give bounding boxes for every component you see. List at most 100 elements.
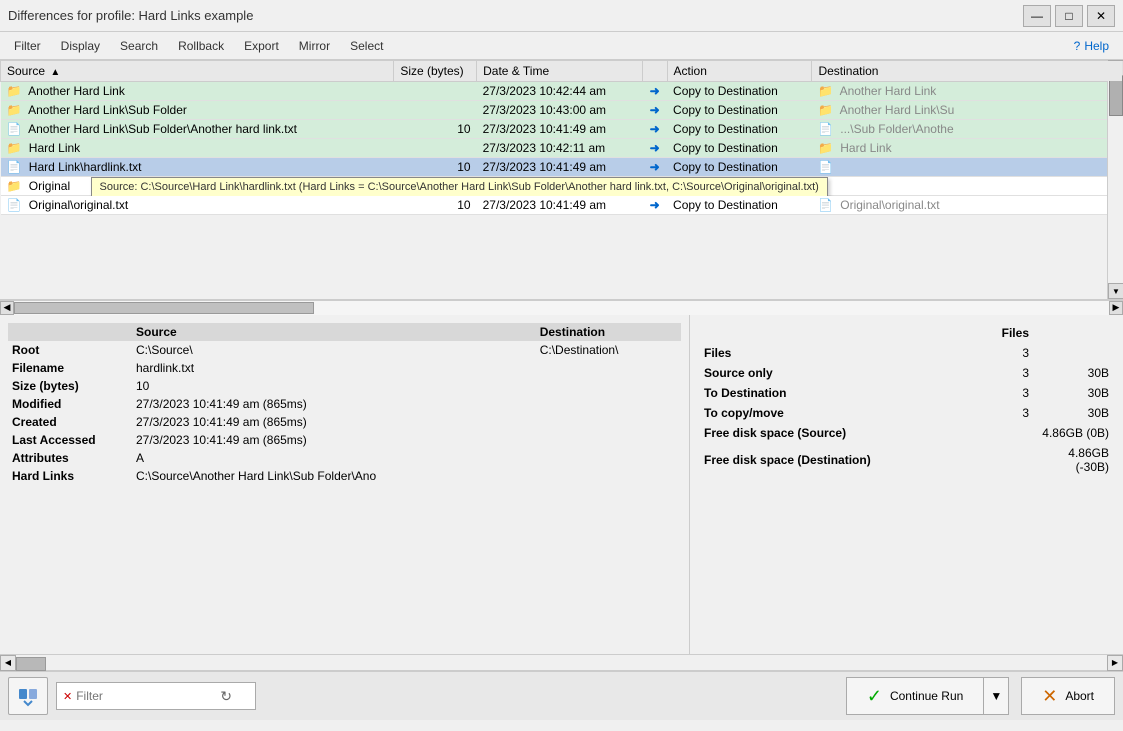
bottom-hscroll-left[interactable]: ◀: [0, 655, 16, 671]
check-icon: ✓: [867, 686, 882, 707]
continue-run-button[interactable]: ✓ Continue Run ▼: [846, 677, 1009, 715]
stats-table: Files Files 3 Source only 3 30B To Desti…: [698, 323, 1115, 477]
close-button[interactable]: ✕: [1087, 5, 1115, 27]
table-row[interactable]: 📄 Original\original.txt 10 27/3/2023 10:…: [1, 196, 1123, 215]
abort-button[interactable]: ✕ Abort: [1021, 677, 1115, 715]
detail-row: Root C:\Source\ C:\Destination\: [8, 341, 681, 359]
menu-rollback[interactable]: Rollback: [168, 35, 234, 57]
minimize-button[interactable]: —: [1023, 5, 1051, 27]
help-label: Help: [1084, 39, 1109, 53]
detail-source: 27/3/2023 10:41:49 am (865ms): [128, 395, 532, 413]
filter-input-wrapper: ✕ ↻: [56, 682, 256, 710]
menu-filter[interactable]: Filter: [4, 35, 51, 57]
hscroll-track[interactable]: [14, 301, 1109, 315]
folder-icon: 📁: [7, 103, 22, 117]
detail-dest: [532, 395, 681, 413]
table-row[interactable]: 📄 Hard Link\hardlink.txt 10 27/3/2023 10…: [1, 158, 1123, 177]
folder-icon: 📁: [7, 84, 22, 98]
bottom-hscroll-right[interactable]: ▶: [1107, 655, 1123, 671]
col-header-arrow: [642, 61, 667, 82]
filter-input[interactable]: [76, 689, 216, 703]
bottom-hscroll-track[interactable]: [16, 656, 1107, 670]
action-arrow-icon: ➜: [650, 103, 660, 117]
file-table: Source ▲ Size (bytes) Date & Time Action…: [0, 60, 1123, 215]
details-panel: Source Destination Root C:\Source\ C:\De…: [0, 314, 1123, 654]
continue-dropdown-button[interactable]: ▼: [984, 678, 1008, 714]
continue-main-area[interactable]: ✓ Continue Run: [847, 678, 984, 714]
stats-label: Free disk space (Destination): [698, 443, 975, 477]
bottom-hscroll: ◀ ▶: [0, 654, 1123, 670]
table-row[interactable]: 📄 Another Hard Link\Sub Folder\Another h…: [1, 120, 1123, 139]
detail-label: Created: [8, 413, 128, 431]
stats-files: 3: [975, 363, 1035, 383]
hscroll-right-button[interactable]: ▶: [1109, 301, 1123, 315]
hscroll-thumb[interactable]: [14, 302, 314, 314]
hscroll-left-button[interactable]: ◀: [0, 301, 14, 315]
col-header-source[interactable]: Source ▲: [1, 61, 394, 82]
file-details-left: Source Destination Root C:\Source\ C:\De…: [0, 315, 690, 654]
stats-col-label: [698, 323, 975, 343]
source-cell: 📁 Another Hard Link\Sub Folder: [1, 101, 394, 120]
menu-select[interactable]: Select: [340, 35, 393, 57]
dest-folder-icon: 📁: [818, 84, 833, 98]
vertical-scrollbar[interactable]: ▲ ▼: [1107, 60, 1123, 299]
detail-source: C:\Source\Another Hard Link\Sub Folder\A…: [128, 467, 532, 485]
scroll-thumb[interactable]: [1109, 76, 1123, 116]
stats-label: Free disk space (Source): [698, 423, 975, 443]
help-icon: ?: [1074, 39, 1081, 53]
menu-help[interactable]: ? Help: [1064, 35, 1119, 57]
detail-source: 27/3/2023 10:41:49 am (865ms): [128, 413, 532, 431]
source-cell: 📁 Another Hard Link: [1, 82, 394, 101]
stats-row: To copy/move 3 30B: [698, 403, 1115, 423]
detail-source: 27/3/2023 10:41:49 am (865ms): [128, 431, 532, 449]
detail-source: hardlink.txt: [128, 359, 532, 377]
source-cell: 📄 Hard Link\hardlink.txt: [1, 158, 394, 177]
file-icon: 📄: [7, 122, 22, 136]
tooltip-popup: Source: C:\Source\Hard Link\hardlink.txt…: [91, 177, 828, 196]
file-list-scroll[interactable]: Source ▲ Size (bytes) Date & Time Action…: [0, 60, 1123, 299]
detail-dest: [532, 449, 681, 467]
col-header-action[interactable]: Action: [667, 61, 812, 82]
stats-label: To Destination: [698, 383, 975, 403]
menu-display[interactable]: Display: [51, 35, 110, 57]
table-row[interactable]: 📁 Hard Link 27/3/2023 10:42:11 am ➜ Copy…: [1, 139, 1123, 158]
sort-arrow-icon: ▲: [50, 67, 60, 78]
bottom-hscroll-thumb[interactable]: [16, 657, 46, 671]
table-row[interactable]: 📁 Another Hard Link 27/3/2023 10:42:44 a…: [1, 82, 1123, 101]
file-icon: 📄: [7, 160, 22, 174]
folder-icon: 📁: [7, 141, 22, 155]
detail-table: Source Destination Root C:\Source\ C:\De…: [8, 323, 681, 485]
detail-dest: [532, 413, 681, 431]
action-arrow-icon: ➜: [650, 141, 660, 155]
table-row[interactable]: 📁 Another Hard Link\Sub Folder 27/3/2023…: [1, 101, 1123, 120]
detail-dest: [532, 377, 681, 395]
detail-source: C:\Source\: [128, 341, 532, 359]
menu-search[interactable]: Search: [110, 35, 168, 57]
folder-icon: 📁: [7, 179, 22, 193]
detail-row: Created 27/3/2023 10:41:49 am (865ms): [8, 413, 681, 431]
action-arrow-icon: ➜: [650, 122, 660, 136]
sync-icon-button[interactable]: [8, 677, 48, 715]
detail-row: Modified 27/3/2023 10:41:49 am (865ms): [8, 395, 681, 413]
dropdown-arrow-icon: ▼: [990, 689, 1002, 703]
stats-label: To copy/move: [698, 403, 975, 423]
stats-files: [975, 423, 1035, 443]
menu-mirror[interactable]: Mirror: [289, 35, 340, 57]
menu-export[interactable]: Export: [234, 35, 289, 57]
detail-source: 10: [128, 377, 532, 395]
source-cell: 📄 Another Hard Link\Sub Folder\Another h…: [1, 120, 394, 139]
source-cell: 📁 Hard Link: [1, 139, 394, 158]
stats-col-files: Files: [975, 323, 1035, 343]
detail-label: Modified: [8, 395, 128, 413]
table-row[interactable]: 📁 Original: [1, 177, 1123, 197]
detail-row: Last Accessed 27/3/2023 10:41:49 am (865…: [8, 431, 681, 449]
scroll-down-button[interactable]: ▼: [1108, 283, 1123, 299]
detail-label: Attributes: [8, 449, 128, 467]
col-header-size[interactable]: Size (bytes): [394, 61, 477, 82]
dest-file-icon: 📄: [818, 160, 833, 174]
filter-refresh-icon[interactable]: ↻: [220, 688, 232, 705]
filter-clear-icon[interactable]: ✕: [63, 690, 72, 703]
col-header-datetime[interactable]: Date & Time: [477, 61, 643, 82]
maximize-button[interactable]: □: [1055, 5, 1083, 27]
col-header-destination[interactable]: Destination: [812, 61, 1123, 82]
